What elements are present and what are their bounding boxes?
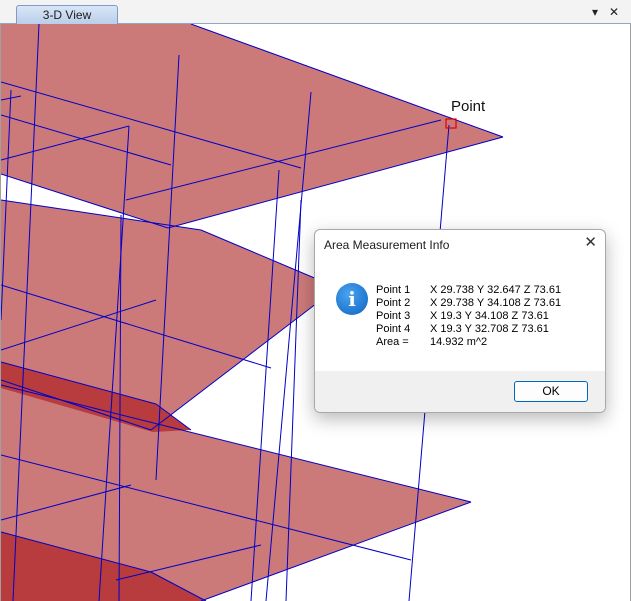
point-label: Point	[451, 98, 486, 115]
tab-bar: 3-D View ▾ ✕	[0, 0, 631, 25]
tab-3d-view[interactable]: 3-D View	[16, 5, 118, 25]
list-item: Point 2X 29.738 Y 34.108 Z 73.61	[376, 297, 562, 309]
list-item: Point 3X 19.3 Y 34.108 Z 73.61	[376, 310, 549, 322]
area-measurement-dialog: Area Measurement Info ✕ i Point 1X 29.73…	[314, 229, 606, 413]
slab-top	[1, 24, 503, 228]
ok-button[interactable]: OK	[514, 381, 588, 402]
chevron-down-icon[interactable]: ▾	[592, 4, 598, 20]
info-icon: i	[336, 283, 368, 315]
close-icon[interactable]: ✕	[609, 4, 619, 20]
dialog-title: Area Measurement Info	[324, 238, 450, 252]
dialog-footer: OK	[315, 371, 605, 412]
list-item: Point 4X 19.3 Y 32.708 Z 73.61	[376, 323, 549, 335]
measurement-list: Point 1X 29.738 Y 32.647 Z 73.61 Point 2…	[376, 284, 561, 349]
list-item: Area = 14.932 m^2	[376, 336, 488, 348]
list-item: Point 1X 29.738 Y 32.647 Z 73.61	[376, 284, 562, 296]
close-icon[interactable]: ✕	[584, 235, 597, 251]
